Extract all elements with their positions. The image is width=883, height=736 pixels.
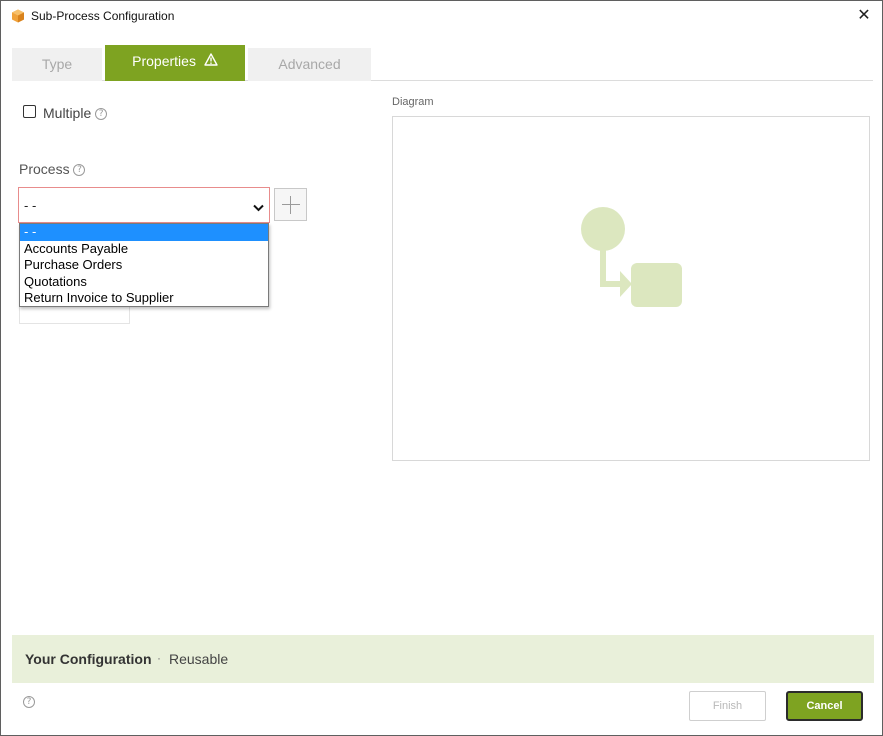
close-icon[interactable]: ✕ [852, 5, 876, 27]
dropdown-option[interactable]: Accounts Payable [20, 241, 268, 258]
tab-properties[interactable]: Properties [105, 45, 245, 81]
help-icon[interactable]: ? [23, 696, 35, 708]
warning-icon [204, 45, 218, 77]
help-icon[interactable]: ? [95, 108, 108, 121]
process-dropdown-list: - - Accounts Payable Purchase Orders Quo… [19, 223, 269, 307]
sub-process-configuration-dialog: Sub-Process Configuration ✕ Type Propert… [0, 0, 883, 736]
process-select[interactable]: - - [18, 187, 270, 223]
tab-advanced[interactable]: Advanced [248, 48, 371, 81]
diagram-label: Diagram [392, 96, 434, 108]
process-label: Process ? [19, 161, 86, 177]
tab-advanced-label: Advanced [278, 56, 341, 72]
diagram-canvas [392, 116, 870, 461]
dropdown-option[interactable]: Quotations [20, 274, 268, 291]
process-label-text: Process [19, 161, 70, 177]
process-select-value: - - [24, 198, 37, 213]
config-value: Reusable [169, 651, 229, 667]
tab-properties-label: Properties [132, 53, 196, 69]
dropdown-option[interactable]: - - [20, 224, 268, 241]
window-title: Sub-Process Configuration [31, 9, 175, 23]
multiple-label-text: Multiple [43, 105, 92, 121]
finish-button[interactable]: Finish [689, 691, 766, 721]
cancel-button[interactable]: Cancel [786, 691, 863, 721]
dropdown-option[interactable]: Return Invoice to Supplier [20, 290, 268, 307]
config-separator: · [157, 651, 161, 665]
help-icon[interactable]: ? [73, 164, 86, 177]
cube-icon [11, 9, 25, 23]
chevron-down-icon [253, 200, 264, 215]
tab-type-label: Type [41, 56, 73, 72]
tab-type[interactable]: Type [12, 48, 102, 81]
add-process-button[interactable] [274, 188, 307, 221]
multiple-checkbox[interactable] [23, 105, 36, 118]
dropdown-option[interactable]: Purchase Orders [20, 257, 268, 274]
title-bar: Sub-Process Configuration ✕ [1, 1, 882, 32]
diagram-placeholder-icon [573, 201, 683, 314]
tab-bar: Type Properties Advanced [12, 45, 873, 81]
multiple-label: Multiple ? [43, 105, 108, 121]
configuration-summary: Your Configuration · Reusable [12, 635, 874, 683]
config-title: Your Configuration [25, 651, 152, 667]
